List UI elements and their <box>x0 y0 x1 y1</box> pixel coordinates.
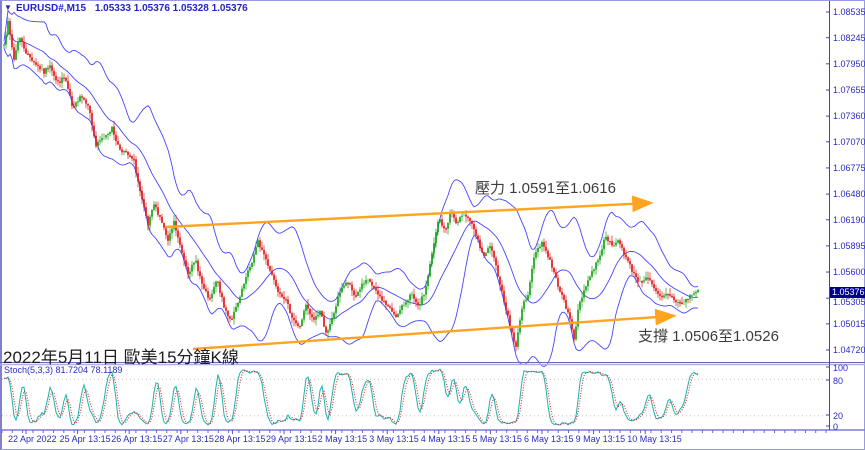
chart-title: EURUSD#,M15 1.05333 1.05376 1.05328 1.05… <box>16 3 248 14</box>
time-tick-label: 27 Apr 13:15 <box>163 434 214 444</box>
stoch-scale-label: 100 <box>833 363 848 373</box>
price-tick-label: 1.05305 <box>833 297 865 307</box>
support-trendline[interactable] <box>193 316 672 349</box>
price-tick-label: 1.07950 <box>833 59 865 69</box>
price-tick-label: 1.05600 <box>833 267 865 277</box>
time-tick-label: 26 Apr 13:15 <box>111 434 162 444</box>
price-tick-label: 1.06190 <box>833 215 865 225</box>
time-tick-label: 28 Apr 13:15 <box>214 434 265 444</box>
resistance-annotation[interactable]: 壓力 1.0591至1.0616 <box>475 177 616 198</box>
time-tick-label: 9 May 13:15 <box>576 434 626 444</box>
time-tick-label: 25 Apr 13:15 <box>60 434 111 444</box>
price-tick-label: 1.07070 <box>833 137 865 147</box>
chart-canvas[interactable] <box>0 0 865 450</box>
time-tick-label: 2 May 13:15 <box>318 434 368 444</box>
symbol-timeframe-label: EURUSD#,M15 <box>16 3 86 14</box>
resistance-trendline[interactable] <box>165 203 649 227</box>
stoch-scale-label: 0 <box>833 422 838 432</box>
price-tick-label: 1.05895 <box>833 241 865 251</box>
stoch-scale-label: 20 <box>833 411 843 421</box>
price-tick-label: 1.06480 <box>833 189 865 199</box>
price-tick-label: 1.08245 <box>833 33 865 43</box>
time-tick-label: 4 May 13:15 <box>421 434 471 444</box>
price-tick-label: 1.06775 <box>833 163 865 173</box>
ohlc-readout: 1.05333 1.05376 1.05328 1.05376 <box>95 3 248 14</box>
price-tick-label: 1.05015 <box>833 319 865 329</box>
time-tick-label: 10 May 13:15 <box>627 434 682 444</box>
price-tick-label: 1.07360 <box>833 111 865 121</box>
time-tick-label: 5 May 13:15 <box>472 434 522 444</box>
time-tick-label: 6 May 13:15 <box>524 434 574 444</box>
dropdown-arrow-icon[interactable]: ▼ <box>4 3 12 13</box>
support-annotation[interactable]: 支撐 1.0506至1.0526 <box>638 325 779 346</box>
price-tick-label: 1.07655 <box>833 85 865 95</box>
time-tick-label: 22 Apr 2022 <box>8 434 57 444</box>
price-tick-label: 1.08535 <box>833 7 865 17</box>
time-tick-label: 29 Apr 13:15 <box>266 434 317 444</box>
current-price-badge: 1.05376 <box>830 287 865 298</box>
time-tick-label: 3 May 13:15 <box>369 434 419 444</box>
stoch-indicator-label: Stoch(5,3,3) 81.7204 78.1189 <box>4 365 122 375</box>
price-tick-label: 1.04720 <box>833 345 865 355</box>
stoch-scale-label: 80 <box>833 376 843 386</box>
